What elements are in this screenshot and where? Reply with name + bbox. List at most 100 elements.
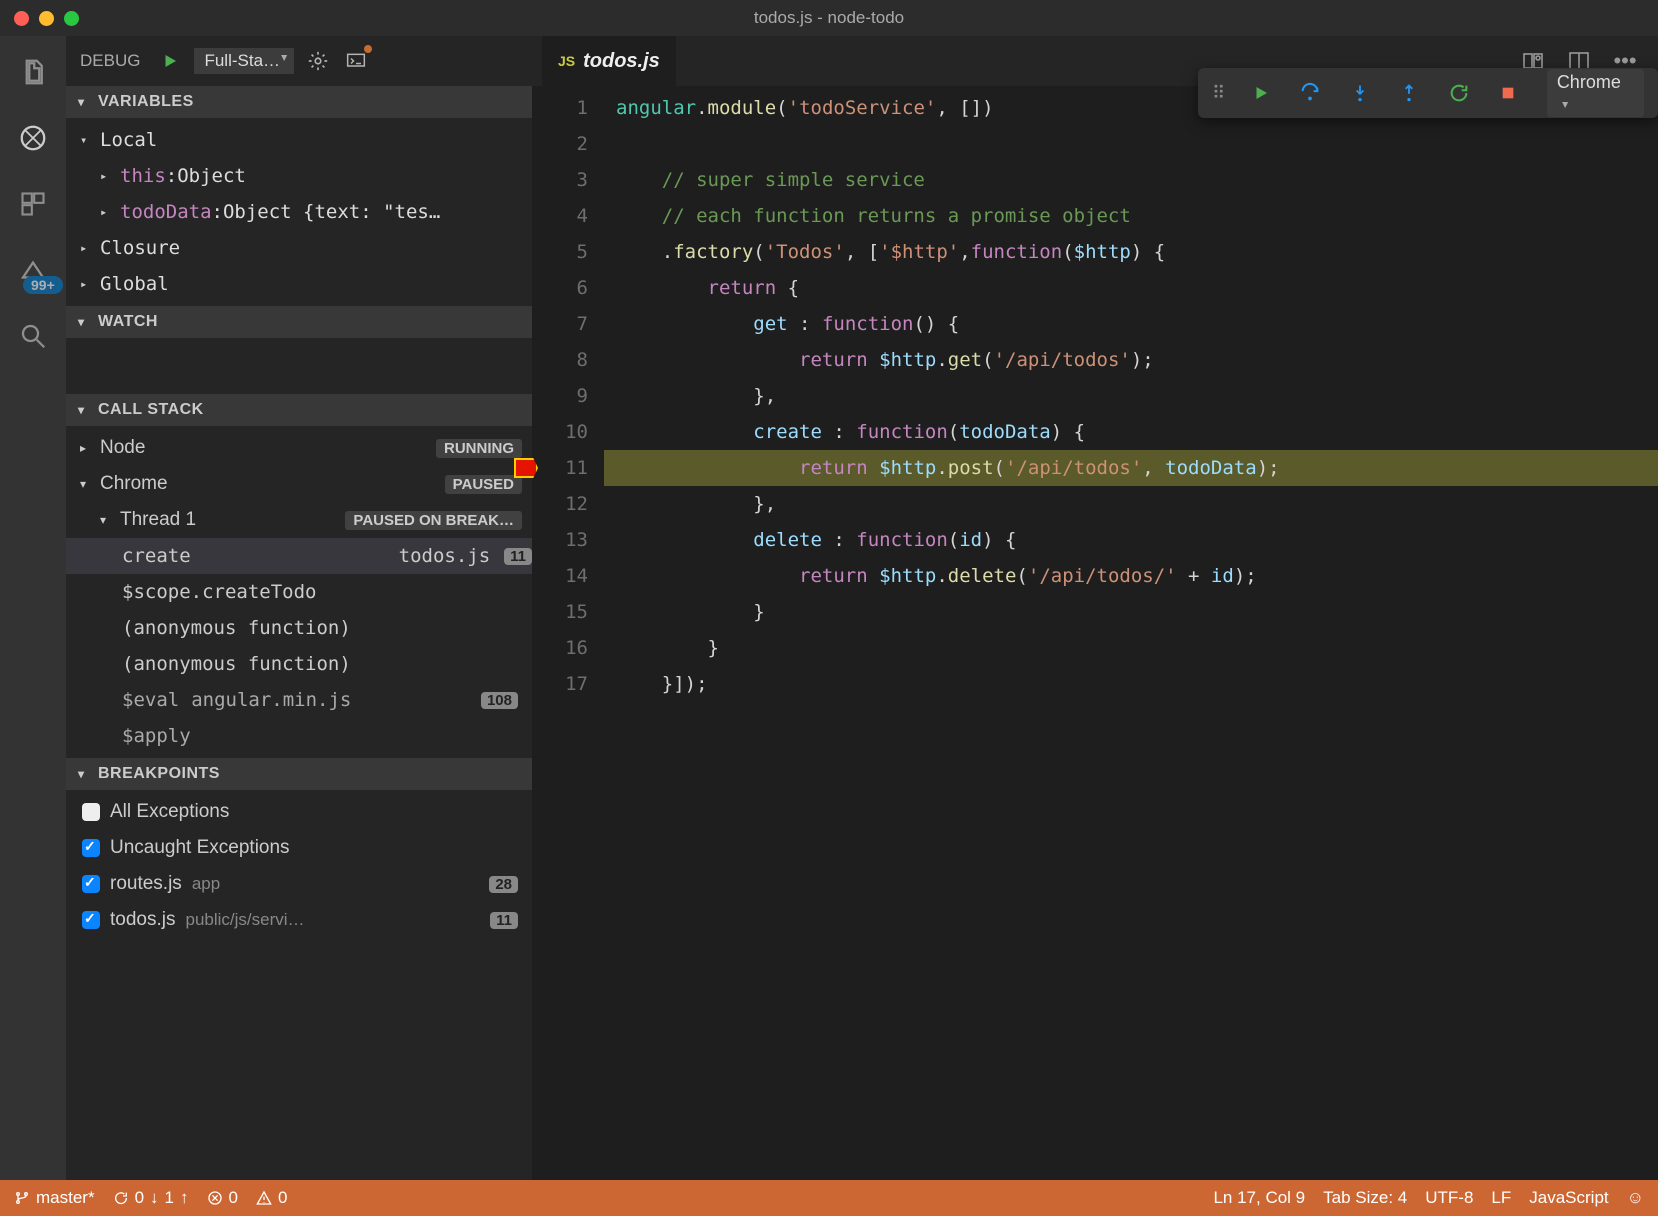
tab-todos-js[interactable]: JS todos.js	[542, 36, 676, 86]
step-into-button[interactable]	[1349, 82, 1370, 104]
code-line[interactable]: get : function() {	[604, 306, 1658, 342]
eol[interactable]: LF	[1491, 1188, 1511, 1208]
line-number[interactable]: 7	[532, 306, 588, 342]
code-content[interactable]: angular.module('todoService', []) // sup…	[604, 86, 1658, 1180]
variable-tododata[interactable]: ▸todoData: Object {text: "tes…	[66, 194, 532, 230]
step-out-button[interactable]	[1399, 82, 1420, 104]
minimize-window-button[interactable]	[39, 11, 54, 26]
gear-icon[interactable]	[304, 47, 332, 75]
launch-config-select[interactable]: Full-Sta…	[194, 48, 294, 74]
line-number[interactable]: 4	[532, 198, 588, 234]
debug-target-select[interactable]: Chrome	[1547, 69, 1644, 117]
breakpoint-item[interactable]: todos.jspublic/js/servi…11	[66, 902, 532, 938]
maximize-window-button[interactable]	[64, 11, 79, 26]
git-branch-indicator[interactable]: master*	[14, 1188, 95, 1208]
tab-filename: todos.js	[583, 50, 660, 73]
callstack-section-header[interactable]: ▾CALL STACK	[66, 394, 532, 426]
stack-frame[interactable]: $eval angular.min.js 108	[66, 682, 532, 718]
code-line[interactable]: }]);	[604, 666, 1658, 702]
checkbox[interactable]	[82, 875, 100, 893]
language-mode[interactable]: JavaScript	[1529, 1188, 1608, 1208]
continue-button[interactable]	[1250, 82, 1271, 104]
line-number[interactable]: 13	[532, 522, 588, 558]
session-node[interactable]: ▸Node RUNNING	[66, 430, 532, 466]
line-number[interactable]: 3	[532, 162, 588, 198]
code-line[interactable]: delete : function(id) {	[604, 522, 1658, 558]
code-line[interactable]: }	[604, 594, 1658, 630]
scope-local[interactable]: ▾Local	[66, 122, 532, 158]
line-number[interactable]: 1	[532, 90, 588, 126]
editor-area: JS todos.js ••• ⠿	[532, 36, 1658, 1180]
debug-icon[interactable]	[15, 120, 51, 156]
code-line[interactable]: // each function returns a promise objec…	[604, 198, 1658, 234]
scope-global[interactable]: ▸Global	[66, 266, 532, 302]
line-number-gutter[interactable]: 1234567891011121314151617	[532, 86, 604, 1180]
code-editor[interactable]: 1234567891011121314151617 angular.module…	[532, 86, 1658, 1180]
line-number[interactable]: 6	[532, 270, 588, 306]
breakpoint-item[interactable]: routes.jsapp28	[66, 866, 532, 902]
variables-section-header[interactable]: ▾VARIABLES	[66, 86, 532, 118]
code-line[interactable]: return $http.post('/api/todos', todoData…	[604, 450, 1658, 486]
line-number[interactable]: 5	[532, 234, 588, 270]
git-sync-indicator[interactable]: 0↓ 1↑	[113, 1188, 189, 1208]
line-number[interactable]: 2	[532, 126, 588, 162]
code-line[interactable]	[604, 126, 1658, 162]
checkbox[interactable]	[82, 839, 100, 857]
breakpoints-section-header[interactable]: ▾BREAKPOINTS	[66, 758, 532, 790]
stack-frame[interactable]: $scope.createTodo	[66, 574, 532, 610]
breakpoint-glyph[interactable]	[514, 458, 538, 478]
line-number[interactable]: 15	[532, 594, 588, 630]
checkbox[interactable]	[82, 911, 100, 929]
line-number[interactable]: 11	[532, 450, 588, 486]
session-chrome[interactable]: ▾Chrome PAUSED	[66, 466, 532, 502]
start-debugging-button[interactable]	[156, 47, 184, 75]
checkbox[interactable]	[82, 803, 100, 821]
debug-console-icon[interactable]	[342, 47, 370, 75]
code-line[interactable]: return {	[604, 270, 1658, 306]
warnings-indicator[interactable]: 0	[256, 1188, 287, 1208]
watch-section-header[interactable]: ▾WATCH	[66, 306, 532, 338]
debug-toolbar[interactable]: ⠿ Chrome	[1198, 68, 1658, 118]
line-number[interactable]: 14	[532, 558, 588, 594]
stop-button[interactable]	[1498, 82, 1519, 104]
code-line[interactable]: // super simple service	[604, 162, 1658, 198]
stack-frame[interactable]: create todos.js 11	[66, 538, 532, 574]
explorer-icon[interactable]	[15, 54, 51, 90]
breakpoint-item[interactable]: All Exceptions	[66, 794, 532, 830]
stack-frame[interactable]: (anonymous function)	[66, 610, 532, 646]
code-line[interactable]: },	[604, 486, 1658, 522]
code-line[interactable]: },	[604, 378, 1658, 414]
cursor-position[interactable]: Ln 17, Col 9	[1213, 1188, 1305, 1208]
extensions-icon[interactable]	[15, 186, 51, 222]
code-line[interactable]: }	[604, 630, 1658, 666]
breakpoint-item[interactable]: Uncaught Exceptions	[66, 830, 532, 866]
line-number[interactable]: 12	[532, 486, 588, 522]
line-number[interactable]: 16	[532, 630, 588, 666]
source-control-icon[interactable]: 99+	[15, 252, 51, 288]
restart-button[interactable]	[1448, 82, 1470, 104]
variable-this[interactable]: ▸this: Object	[66, 158, 532, 194]
code-line[interactable]: .factory('Todos', ['$http',function($htt…	[604, 234, 1658, 270]
errors-indicator[interactable]: 0	[207, 1188, 238, 1208]
breakpoint-path: public/js/servi…	[185, 910, 304, 930]
feedback-icon[interactable]: ☺	[1627, 1188, 1644, 1208]
line-number[interactable]: 9	[532, 378, 588, 414]
stack-frame[interactable]: (anonymous function)	[66, 646, 532, 682]
thread-1[interactable]: ▾Thread 1 PAUSED ON BREAK…	[66, 502, 532, 538]
line-number[interactable]: 8	[532, 342, 588, 378]
code-line[interactable]: create : function(todoData) {	[604, 414, 1658, 450]
breakpoint-label: routes.js	[110, 873, 182, 895]
tab-size[interactable]: Tab Size: 4	[1323, 1188, 1407, 1208]
step-over-button[interactable]	[1299, 82, 1321, 104]
line-number[interactable]: 10	[532, 414, 588, 450]
code-line[interactable]: return $http.delete('/api/todos/' + id);	[604, 558, 1658, 594]
code-line[interactable]: return $http.get('/api/todos');	[604, 342, 1658, 378]
close-window-button[interactable]	[14, 11, 29, 26]
debug-label: DEBUG	[80, 51, 140, 71]
encoding[interactable]: UTF-8	[1425, 1188, 1473, 1208]
stack-frame[interactable]: $apply	[66, 718, 532, 754]
scope-closure[interactable]: ▸Closure	[66, 230, 532, 266]
search-icon[interactable]	[15, 318, 51, 354]
drag-handle-icon[interactable]: ⠿	[1212, 83, 1222, 104]
line-number[interactable]: 17	[532, 666, 588, 702]
